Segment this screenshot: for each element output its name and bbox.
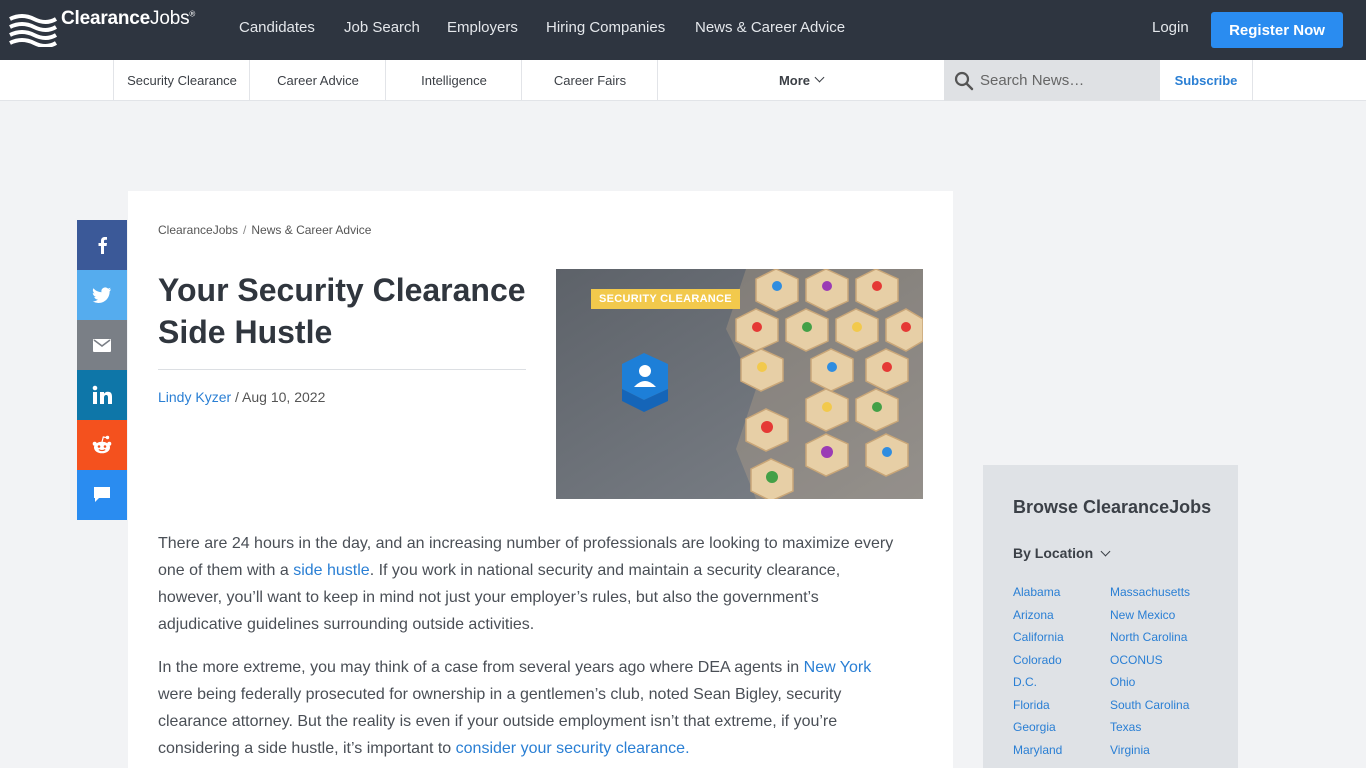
news-subnav: Security Clearance Career Advice Intelli… — [0, 60, 1366, 101]
location-link[interactable]: Florida — [1013, 698, 1050, 712]
twitter-icon — [92, 287, 111, 303]
share-comment-button[interactable] — [77, 470, 127, 520]
logo-wordmark[interactable]: ClearanceJobs® — [61, 8, 195, 30]
article-paragraph-1: There are 24 hours in the day, and an in… — [158, 535, 894, 633]
nav-employers[interactable]: Employers — [447, 19, 518, 36]
share-facebook-button[interactable] — [77, 220, 127, 270]
article-card: ClearanceJobs / News & Career Advice Your … — [128, 191, 953, 768]
more-label: More — [778, 73, 811, 88]
login-link[interactable]: Login — [1152, 19, 1189, 36]
hero-security-clearance-tag: SECURITY CLEARANCE — [591, 289, 740, 309]
location-link[interactable]: North Carolina — [1110, 630, 1187, 644]
location-link[interactable]: Massachusetts — [1110, 585, 1190, 599]
search-news-input[interactable] — [978, 60, 1154, 101]
nav-candidates[interactable]: Candidates — [239, 19, 315, 36]
breadcrumb: ClearanceJobs / News & Career Advice — [158, 223, 371, 237]
share-twitter-button[interactable] — [77, 270, 127, 320]
subnav-more-dropdown[interactable]: More — [657, 60, 944, 101]
flag-logo-icon — [9, 14, 58, 47]
publish-date: / Aug 10, 2022 — [235, 389, 326, 405]
subscribe-link[interactable]: Subscribe — [1160, 60, 1253, 101]
share-email-button[interactable] — [77, 320, 127, 370]
nav-news-career-advice[interactable]: News & Career Advice — [695, 19, 845, 36]
author-link[interactable]: Lindy Kyzer — [158, 389, 231, 405]
clearancejobs-logo[interactable] — [8, 12, 58, 48]
chevron-down-icon — [1100, 546, 1111, 557]
breadcrumb-separator: / — [243, 223, 247, 237]
breadcrumb-clearancejobs[interactable]: ClearanceJobs — [158, 223, 238, 237]
location-link[interactable]: South Carolina — [1110, 698, 1189, 712]
subnav-security-clearance[interactable]: Security Clearance — [113, 60, 250, 101]
email-icon — [93, 338, 111, 352]
location-link[interactable]: Arizona — [1013, 608, 1054, 622]
location-link[interactable]: Texas — [1110, 720, 1141, 734]
register-now-button[interactable]: Register Now — [1211, 12, 1343, 48]
by-location-dropdown[interactable]: By Location — [1013, 545, 1111, 561]
location-link[interactable]: OCONUS — [1110, 653, 1163, 667]
location-link[interactable]: Ohio — [1110, 675, 1135, 689]
location-link[interactable]: Maryland — [1013, 743, 1062, 757]
comment-icon — [94, 487, 110, 502]
subnav-intelligence[interactable]: Intelligence — [385, 60, 522, 101]
reddit-icon — [92, 435, 112, 454]
subnav-career-advice[interactable]: Career Advice — [249, 60, 386, 101]
location-link[interactable]: California — [1013, 630, 1064, 644]
facebook-icon — [98, 237, 107, 254]
subnav-career-fairs[interactable]: Career Fairs — [521, 60, 658, 101]
side-hustle-link[interactable]: side hustle — [293, 562, 370, 579]
share-linkedin-button[interactable] — [77, 370, 127, 420]
location-link[interactable]: Virginia — [1110, 743, 1150, 757]
search-icon[interactable] — [954, 71, 974, 91]
nav-job-search[interactable]: Job Search — [344, 19, 420, 36]
article-title: Your Security Clearance Side Hustle — [158, 272, 526, 350]
news-search — [944, 60, 1160, 101]
location-link[interactable]: Georgia — [1013, 720, 1056, 734]
linkedin-icon — [92, 385, 112, 404]
breadcrumb-news[interactable]: News & Career Advice — [251, 223, 371, 237]
new-york-link[interactable]: New York — [804, 659, 872, 676]
location-link[interactable]: Alabama — [1013, 585, 1060, 599]
nav-hiring-companies[interactable]: Hiring Companies — [546, 19, 665, 36]
location-link[interactable]: Colorado — [1013, 653, 1062, 667]
browse-title: Browse ClearanceJobs — [1013, 497, 1212, 517]
location-link[interactable]: New Mexico — [1110, 608, 1175, 622]
browse-clearancejobs-panel: Browse ClearanceJobs By Location Alabama… — [983, 465, 1238, 768]
consider-security-clearance-link[interactable]: consider your security clearance. — [456, 740, 690, 757]
article-paragraph-2: In the more extreme, you may think of a … — [158, 659, 872, 757]
title-divider — [158, 369, 526, 370]
top-navigation: ClearanceJobs® Candidates Job Search Emp… — [0, 0, 1366, 60]
article-hero-image: SECURITY CLEARANCE — [556, 269, 923, 499]
location-link[interactable]: D.C. — [1013, 675, 1037, 689]
chevron-down-icon — [814, 72, 825, 83]
article-byline: Lindy Kyzer / Aug 10, 2022 — [158, 389, 325, 405]
share-reddit-button[interactable] — [77, 420, 127, 470]
